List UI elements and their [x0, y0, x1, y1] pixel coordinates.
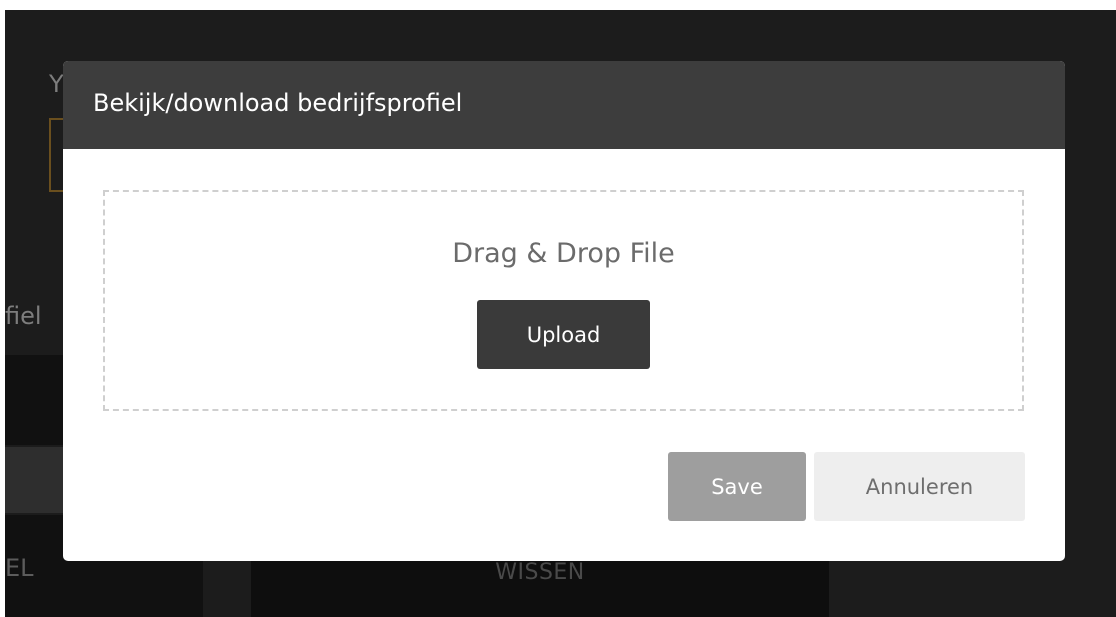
dropzone-text: Drag & Drop File [452, 238, 675, 269]
background-panel [5, 355, 65, 445]
upload-button[interactable]: Upload [477, 300, 650, 369]
dialog-header: Bekijk/download bedrijfsprofiel [63, 61, 1065, 149]
save-button[interactable]: Save [668, 452, 806, 521]
background-wissen-label: WISSEN [495, 560, 585, 585]
background-wissen-button: WISSEN [251, 555, 829, 617]
cancel-button[interactable]: Annuleren [814, 452, 1025, 521]
dialog-title: Bekijk/download bedrijfsprofiel [93, 89, 463, 117]
file-dropzone[interactable]: Drag & Drop File Upload [103, 190, 1024, 411]
background-button-label: EL [5, 554, 34, 582]
upload-dialog: Bekijk/download bedrijfsprofiel Drag & D… [63, 61, 1065, 561]
background-panel [5, 447, 65, 513]
modal-backdrop[interactable]: Y fiel EL WISSEN Bekijk/download bedrijf… [5, 10, 1116, 617]
background-label-fragment: fiel [5, 302, 42, 330]
background-heading-fragment: Y [49, 70, 64, 98]
